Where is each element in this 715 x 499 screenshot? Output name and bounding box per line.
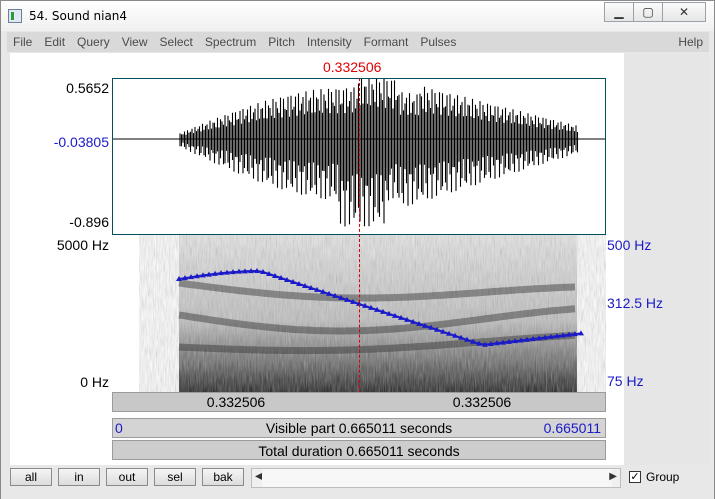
menu-select[interactable]: Select xyxy=(154,32,199,52)
selection-bar: 0.332506 0.332506 xyxy=(112,392,606,412)
menu-query[interactable]: Query xyxy=(71,32,116,52)
window-controls: ▁ ▢ ✕ xyxy=(604,2,706,22)
spectrogram-bottom-label: 0 Hz xyxy=(80,374,109,390)
zoom-all-button[interactable]: all xyxy=(10,468,52,486)
praat-app-icon xyxy=(8,9,22,23)
pitch-bottom-label: 75 Hz xyxy=(607,373,644,389)
menu-pitch[interactable]: Pitch xyxy=(262,32,301,52)
zoom-selection-button[interactable]: sel xyxy=(154,468,196,486)
pitch-top-label: 500 Hz xyxy=(607,237,652,253)
waveform-max-label: 0.5652 xyxy=(66,80,109,96)
menu-spectrum[interactable]: Spectrum xyxy=(199,32,262,52)
maximize-button[interactable]: ▢ xyxy=(633,2,663,22)
zoom-in-button[interactable]: in xyxy=(58,468,100,486)
waveform-min-label: -0.896 xyxy=(69,214,109,230)
window-title: 54. Sound nian4 xyxy=(29,9,128,23)
visible-start-label: 0 xyxy=(115,420,123,436)
waveform-samples xyxy=(179,79,579,227)
waveform-mid-label: -0.03805 xyxy=(53,134,109,150)
scroll-right-icon[interactable]: ▶ xyxy=(609,471,617,482)
waveform-trace xyxy=(179,79,579,227)
spectrogram-top-label: 5000 Hz xyxy=(56,237,109,253)
visible-end-label: 0.665011 xyxy=(543,420,601,436)
right-margin xyxy=(624,53,709,465)
total-duration-bar[interactable]: Total duration 0.665011 seconds xyxy=(112,440,606,460)
zoom-out-button[interactable]: out xyxy=(106,468,148,486)
close-button[interactable]: ✕ xyxy=(662,2,706,22)
zoom-back-button[interactable]: bak xyxy=(202,468,244,486)
group-label: Group xyxy=(646,470,680,484)
menu-help[interactable]: Help xyxy=(672,32,709,52)
sound-editor-window: 54. Sound nian4 ▁ ▢ ✕ File Edit Query Vi… xyxy=(0,0,715,499)
time-scrollbar[interactable]: ◀ ▶ xyxy=(251,468,621,488)
menu-edit[interactable]: Edit xyxy=(38,32,71,52)
menu-pulses[interactable]: Pulses xyxy=(414,32,462,52)
visible-part-label: Visible part 0.665011 seconds xyxy=(265,420,453,436)
minimize-icon: ▁ xyxy=(614,5,624,19)
title-bar[interactable]: 54. Sound nian4 ▁ ▢ ✕ xyxy=(1,1,714,31)
scrollbar-thumb[interactable] xyxy=(262,469,612,487)
cursor-time-label: 0.332506 xyxy=(323,59,382,75)
close-icon: ✕ xyxy=(678,5,690,19)
maximize-icon: ▢ xyxy=(642,5,654,19)
cursor-line xyxy=(359,78,360,408)
selection-right-button[interactable]: 0.332506 xyxy=(359,393,605,411)
menu-file[interactable]: File xyxy=(7,32,38,52)
group-checkbox[interactable]: ✓ xyxy=(629,471,641,483)
menu-bar: File Edit Query View Select Spectrum Pit… xyxy=(7,32,709,52)
menu-formant[interactable]: Formant xyxy=(358,32,415,52)
menu-intensity[interactable]: Intensity xyxy=(301,32,358,52)
menu-view[interactable]: View xyxy=(116,32,154,52)
minimize-button[interactable]: ▁ xyxy=(604,2,634,22)
pitch-mid-label: 312.5 Hz xyxy=(607,295,664,311)
selection-left-button[interactable]: 0.332506 xyxy=(113,393,359,411)
